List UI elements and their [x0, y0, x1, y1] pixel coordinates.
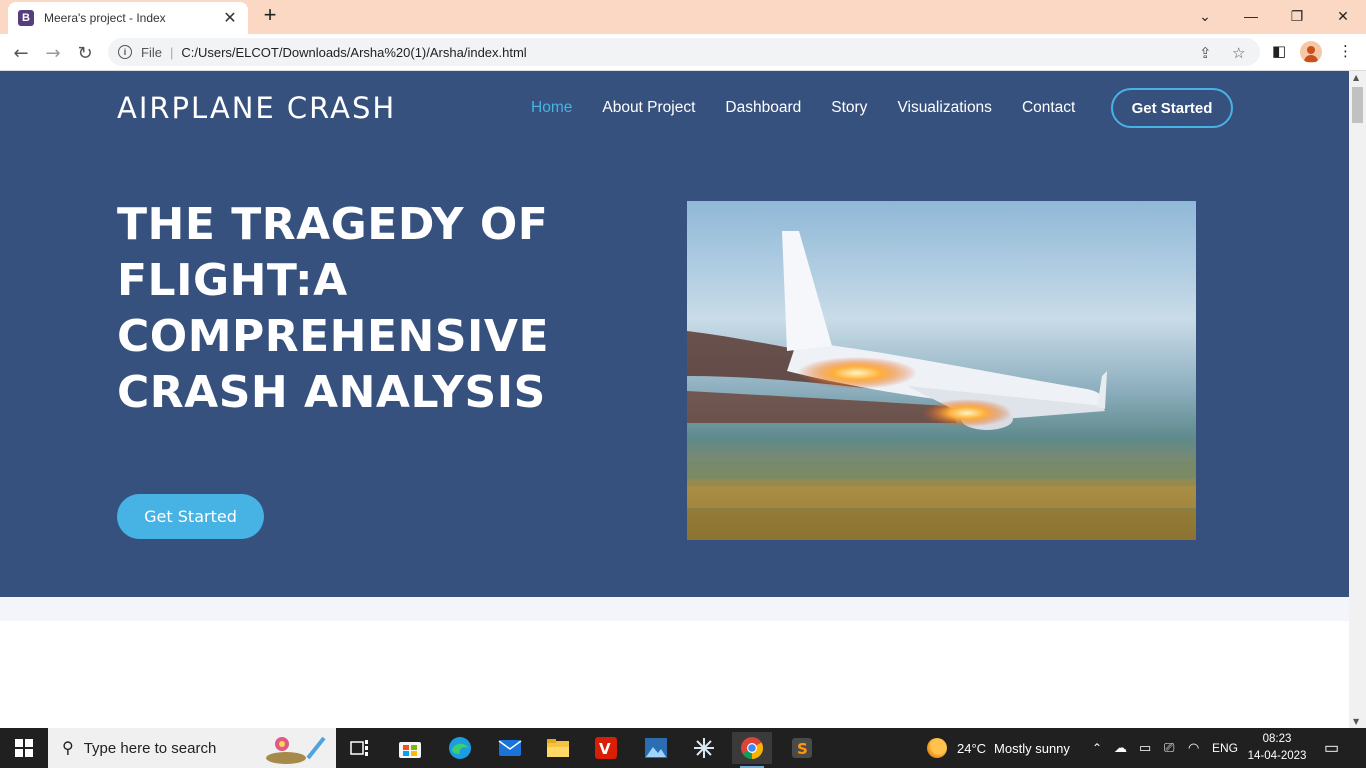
weather-temperature: 24°C — [957, 740, 987, 756]
svg-text:S: S — [797, 740, 808, 758]
file-explorer-icon[interactable] — [538, 732, 578, 764]
nav-home[interactable]: Home — [531, 99, 572, 117]
weather-widget[interactable]: 24°C Mostly sunny — [927, 728, 1070, 768]
system-clock[interactable]: 08:23 14-04-2023 — [1242, 731, 1312, 765]
bootstrap-favicon-icon: B — [18, 10, 34, 26]
input-language[interactable]: ENG — [1212, 728, 1238, 768]
address-url[interactable]: C:/Users/ELCOT/Downloads/Arsha%20(1)/Ars… — [181, 45, 526, 60]
reload-button[interactable]: ↻ — [72, 40, 98, 66]
photos-icon[interactable] — [636, 732, 676, 764]
address-bar[interactable]: i File | C:/Users/ELCOT/Downloads/Arsha%… — [108, 38, 1260, 66]
sublime-text-icon[interactable]: S — [782, 732, 822, 764]
windows-taskbar: ⚲ Type here to search V S 24°C Mostly su… — [0, 728, 1366, 768]
browser-toolbar: ← → ↻ i File | C:/Users/ELCOT/Downloads/… — [0, 34, 1366, 71]
main-nav: Home About Project Dashboard Story Visua… — [531, 99, 1105, 117]
google-chrome-icon[interactable] — [732, 732, 772, 768]
search-highlight-illustration-icon — [260, 732, 330, 764]
mail-icon[interactable] — [490, 732, 530, 764]
minimize-button[interactable]: — — [1228, 4, 1274, 28]
back-button[interactable]: ← — [8, 40, 34, 66]
page-scrollbar[interactable]: ▲ ▼ — [1349, 71, 1366, 728]
notification-center-icon[interactable]: ▭ — [1324, 728, 1339, 768]
tab-search-chevron-icon[interactable]: ⌄ — [1182, 4, 1228, 28]
scroll-down-arrow-icon[interactable]: ▼ — [1353, 717, 1359, 726]
wifi-icon[interactable]: ◠ — [1188, 728, 1199, 768]
nav-visualizations[interactable]: Visualizations — [897, 99, 992, 117]
nav-dashboard[interactable]: Dashboard — [725, 99, 801, 117]
nav-contact[interactable]: Contact — [1022, 99, 1075, 117]
hero-headline: THE TRAGEDY OF FLIGHT:A COMPREHENSIVE CR… — [117, 199, 550, 418]
tableau-icon[interactable] — [684, 732, 724, 764]
nav-story[interactable]: Story — [831, 99, 867, 117]
partly-sunny-icon — [927, 738, 947, 758]
windows-start-button[interactable] — [0, 728, 48, 768]
profile-avatar-icon[interactable] — [1300, 41, 1322, 63]
weather-condition: Mostly sunny — [994, 740, 1070, 756]
burning-airplane-image — [687, 201, 1196, 540]
address-separator: | — [169, 44, 174, 60]
search-icon: ⚲ — [62, 740, 74, 757]
share-icon[interactable]: ⇪ — [1199, 44, 1212, 62]
hero-section: AIRPLANE CRASH Home About Project Dashbo… — [0, 71, 1349, 597]
taskbar-search-box[interactable]: ⚲ Type here to search — [48, 728, 336, 768]
chrome-menu-icon[interactable]: ⋮ — [1338, 42, 1353, 60]
close-window-button[interactable]: ✕ — [1320, 4, 1366, 28]
site-logo[interactable]: AIRPLANE CRASH — [117, 91, 396, 125]
browser-tab-strip: B Meera's project - Index ✕ + ⌄ — ❐ ✕ — [0, 0, 1366, 34]
meet-now-icon[interactable]: ⎚ — [1164, 728, 1174, 768]
battery-icon[interactable]: ▭ — [1139, 728, 1151, 768]
svg-text:V: V — [599, 740, 611, 758]
hero-get-started-button[interactable]: Get Started — [117, 494, 264, 539]
tab-title: Meera's project - Index — [44, 11, 166, 25]
microsoft-edge-icon[interactable] — [440, 732, 480, 764]
clock-time: 08:23 — [1262, 733, 1292, 745]
site-info-icon[interactable]: i — [118, 45, 132, 59]
nav-get-started-button[interactable]: Get Started — [1111, 88, 1233, 128]
side-panel-icon[interactable]: ◧ — [1272, 42, 1286, 60]
close-tab-icon[interactable]: ✕ — [222, 8, 238, 28]
taskbar-search-placeholder: Type here to search — [83, 739, 217, 757]
show-hidden-icons-chevron-icon[interactable]: ⌃ — [1092, 728, 1102, 768]
restore-button[interactable]: ❐ — [1274, 4, 1320, 28]
browser-tab[interactable]: B Meera's project - Index ✕ — [8, 2, 248, 34]
task-view-icon[interactable] — [340, 732, 380, 764]
microsoft-store-icon[interactable] — [390, 732, 430, 764]
onedrive-cloud-icon[interactable]: ☁ — [1114, 728, 1127, 768]
nav-about-project[interactable]: About Project — [602, 99, 695, 117]
section-divider-strip — [0, 597, 1349, 621]
web-page: AIRPLANE CRASH Home About Project Dashbo… — [0, 71, 1349, 728]
scrollbar-thumb[interactable] — [1352, 87, 1363, 123]
bookmark-star-icon[interactable]: ☆ — [1232, 44, 1245, 62]
wps-office-icon[interactable]: V — [586, 732, 626, 764]
clock-date: 14-04-2023 — [1247, 750, 1307, 762]
scroll-up-arrow-icon[interactable]: ▲ — [1353, 73, 1359, 82]
new-tab-button[interactable]: + — [258, 4, 282, 28]
forward-button[interactable]: → — [40, 40, 66, 66]
address-scheme-label: File — [141, 44, 162, 60]
